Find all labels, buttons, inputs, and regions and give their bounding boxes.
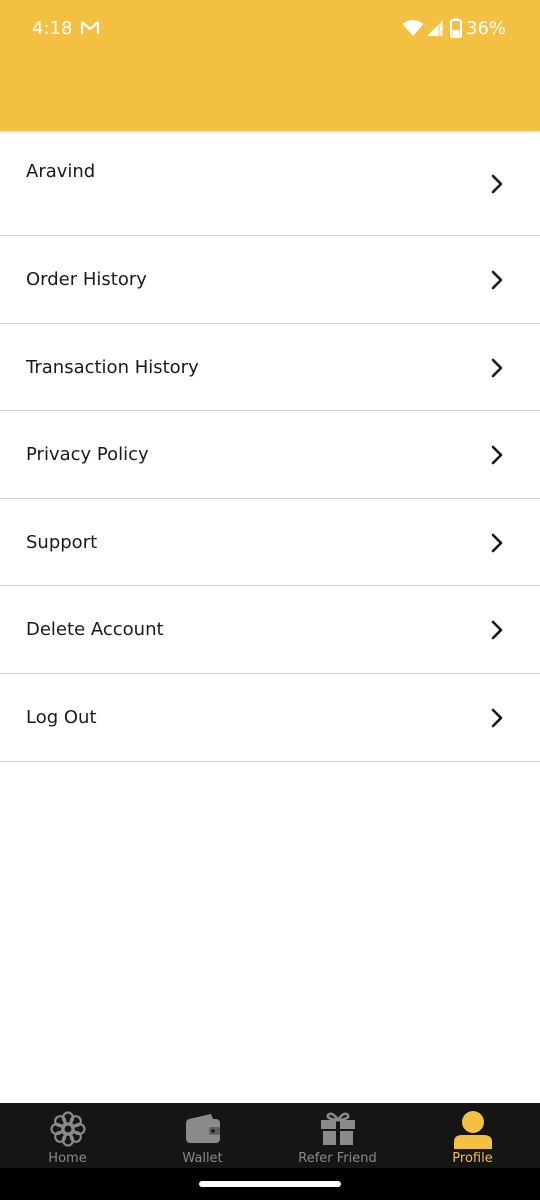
bottom-navigation: Home Wallet Refer Friend Profile bbox=[0, 1103, 540, 1168]
menu-item-delete-account[interactable]: Delete Account bbox=[0, 586, 540, 674]
home-gesture-handle[interactable] bbox=[199, 1181, 341, 1187]
chevron-right-icon bbox=[491, 533, 503, 553]
nav-label-home: Home bbox=[48, 1151, 87, 1166]
status-time: 4:18 bbox=[32, 18, 73, 39]
wallet-icon bbox=[185, 1114, 220, 1143]
nav-item-wallet[interactable]: Wallet bbox=[135, 1103, 270, 1168]
flower-icon bbox=[49, 1111, 86, 1147]
nav-label-wallet: Wallet bbox=[182, 1151, 223, 1166]
menu-item-log-out[interactable]: Log Out bbox=[0, 674, 540, 762]
chevron-right-icon bbox=[491, 358, 503, 377]
chevron-right-icon bbox=[491, 174, 503, 194]
menu-item-support[interactable]: Support bbox=[0, 499, 540, 587]
chevron-right-icon bbox=[491, 708, 503, 728]
nav-item-refer-friend[interactable]: Refer Friend bbox=[270, 1103, 405, 1168]
nav-label-profile: Profile bbox=[452, 1151, 493, 1166]
chevron-right-icon bbox=[491, 270, 503, 290]
gift-icon bbox=[320, 1112, 355, 1145]
app-header: 4:18 36% bbox=[0, 0, 540, 131]
gesture-bar bbox=[0, 1168, 540, 1200]
menu-item-label: Privacy Policy bbox=[26, 444, 149, 466]
nav-item-home[interactable]: Home bbox=[0, 1103, 135, 1168]
menu-item-user-profile[interactable]: Aravind bbox=[0, 131, 540, 236]
screen: 4:18 36% Aravind Order History Transacti… bbox=[0, 0, 540, 1200]
status-bar: 4:18 36% bbox=[0, 0, 540, 58]
profile-icon bbox=[453, 1111, 492, 1149]
chevron-right-icon bbox=[491, 445, 503, 465]
nav-label-refer-friend: Refer Friend bbox=[298, 1151, 377, 1166]
menu-item-privacy-policy[interactable]: Privacy Policy bbox=[0, 411, 540, 499]
battery-percentage: 36% bbox=[466, 18, 507, 39]
wifi-icon bbox=[402, 20, 424, 36]
chevron-right-icon bbox=[491, 621, 503, 640]
menu-item-label: Order History bbox=[26, 269, 147, 290]
menu-item-label: Delete Account bbox=[26, 619, 164, 641]
signal-icon bbox=[427, 20, 443, 36]
gmail-icon bbox=[80, 21, 100, 34]
battery-icon bbox=[450, 18, 462, 38]
menu-item-order-history[interactable]: Order History bbox=[0, 236, 540, 324]
menu-item-transaction-history[interactable]: Transaction History bbox=[0, 324, 540, 412]
menu-item-label: Transaction History bbox=[26, 356, 199, 378]
profile-menu: Aravind Order History Transaction Histor… bbox=[0, 131, 540, 762]
user-name-label: Aravind bbox=[26, 161, 96, 182]
menu-item-label: Log Out bbox=[26, 706, 97, 728]
nav-item-profile[interactable]: Profile bbox=[405, 1103, 540, 1168]
menu-item-label: Support bbox=[26, 531, 98, 553]
